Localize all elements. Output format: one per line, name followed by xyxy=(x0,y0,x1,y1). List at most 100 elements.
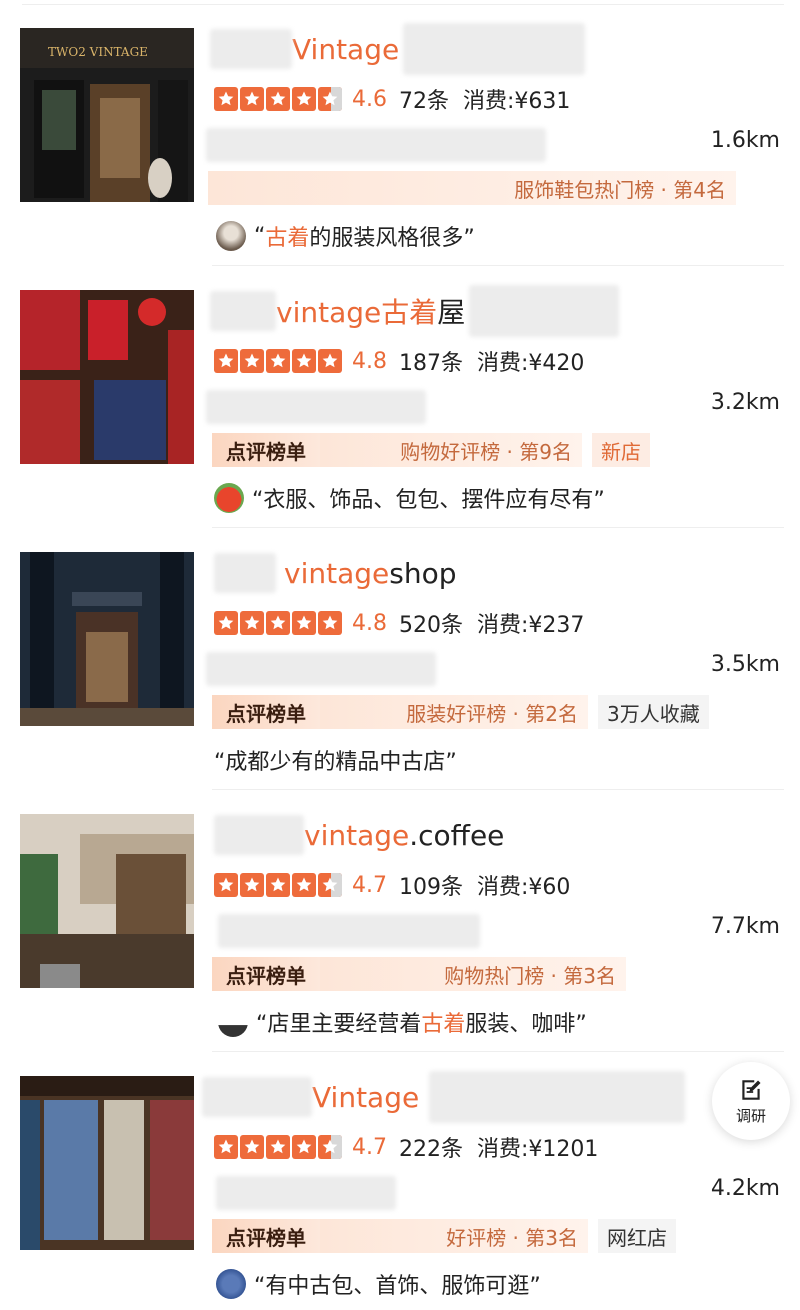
star-icon xyxy=(266,349,290,373)
average-price: 消费:¥60 xyxy=(477,875,571,900)
reviewer-avatar xyxy=(214,483,244,513)
blurred-name-suffix xyxy=(403,23,586,75)
review-snippet[interactable]: “有中古包、首饰、服饰可逛” xyxy=(216,1266,541,1302)
review-count: 222条 xyxy=(399,1137,463,1162)
store-sign-text: TWO2 VINTAGE xyxy=(48,45,148,59)
ranking-badge[interactable]: 点评榜单 xyxy=(212,695,320,729)
rating-score: 4.6 xyxy=(352,86,387,112)
review-snippet[interactable]: “店里主要经营着 古着 服装、咖啡” xyxy=(218,1004,587,1040)
shop-name[interactable]: Vintage xyxy=(210,20,586,78)
shop-name[interactable]: vintage古着 屋 xyxy=(210,282,620,340)
blurred-name-suffix xyxy=(469,285,620,337)
shop-card-3[interactable]: vintage shop 4.8 520条 消费:¥237 3.5km 点评榜单… xyxy=(0,528,800,790)
ranking-tag-row[interactable]: 点评榜单 购物好评榜 · 第9名 新店 xyxy=(212,432,650,468)
shop-photo[interactable] xyxy=(20,1076,194,1250)
shop-photo[interactable]: TWO2 VINTAGE xyxy=(20,28,194,202)
star-icon xyxy=(318,349,342,373)
review-text-pre: “店里主要经营着 xyxy=(256,1012,422,1037)
ranking-tag-row[interactable]: 点评榜单 服装好评榜 · 第2名 3万人收藏 xyxy=(212,694,709,730)
star-icon xyxy=(318,873,342,897)
ranking-text[interactable]: 购物热门榜 · 第3名 xyxy=(320,957,626,991)
shop-name-highlight: vintage xyxy=(284,556,390,590)
distance: 1.6km xyxy=(710,128,780,153)
review-count: 109条 xyxy=(399,875,463,900)
blurred-name-prefix xyxy=(214,553,276,593)
ranking-text[interactable]: 服装好评榜 · 第2名 xyxy=(320,695,588,729)
star-icon xyxy=(318,611,342,635)
star-icon xyxy=(318,1135,342,1159)
distance: 3.2km xyxy=(710,390,780,415)
ranking-text[interactable]: 服饰鞋包热门榜 · 第4名 xyxy=(208,171,736,205)
shop-card-4[interactable]: vintage .coffee 4.7 109条 消费:¥60 7.7km 点评… xyxy=(0,790,800,1052)
review-snippet[interactable]: “ 古着 的服装风格很多” xyxy=(216,218,475,254)
ranking-tag-row[interactable]: 点评榜单 购物热门榜 · 第3名 xyxy=(212,956,626,992)
shop-card-2[interactable]: vintage古着 屋 4.8 187条 消费:¥420 3.2km 点评榜单 … xyxy=(0,266,800,528)
star-icon xyxy=(240,1135,264,1159)
review-text: “衣服、饰品、包包、摆件应有尽有” xyxy=(252,488,605,513)
rating-score: 4.7 xyxy=(352,1134,387,1160)
ranking-badge[interactable]: 点评榜单 xyxy=(212,433,320,467)
shop-name[interactable]: Vintage xyxy=(202,1068,686,1126)
shop-card-1[interactable]: TWO2 VINTAGE Vintage 4.6 72条 消费:¥631 1.6… xyxy=(0,4,800,266)
star-icon xyxy=(266,87,290,111)
rating-row: 4.8 187条 消费:¥420 xyxy=(214,346,584,376)
rating-score: 4.8 xyxy=(352,610,387,636)
edit-note-icon xyxy=(742,1079,761,1100)
review-text: “有中古包、首饰、服饰可逛” xyxy=(254,1274,541,1299)
shop-name-tail: 屋 xyxy=(437,296,466,329)
shop-name-highlight: vintage古着 xyxy=(276,296,438,329)
star-icon xyxy=(214,349,238,373)
shop-name[interactable]: vintage shop xyxy=(210,544,456,602)
blurred-address xyxy=(218,914,480,948)
star-rating xyxy=(214,87,342,111)
shop-photo[interactable] xyxy=(20,552,194,726)
blurred-name-prefix xyxy=(214,815,304,855)
ranking-text[interactable]: 购物好评榜 · 第9名 xyxy=(320,433,582,467)
star-rating xyxy=(214,349,342,373)
survey-button[interactable]: 调研 xyxy=(712,1062,790,1140)
average-price: 消费:¥631 xyxy=(463,89,571,114)
review-count: 187条 xyxy=(399,351,463,376)
blurred-name-suffix xyxy=(429,1071,686,1123)
distance: 3.5km xyxy=(710,652,780,677)
shop-name-highlight: vintage xyxy=(304,818,410,852)
review-snippet[interactable]: “成都少有的精品中古店” xyxy=(214,742,457,778)
star-icon xyxy=(214,87,238,111)
rating-row: 4.7 222条 消费:¥1201 xyxy=(214,1132,598,1162)
star-icon xyxy=(292,349,316,373)
star-icon xyxy=(318,87,342,111)
star-icon xyxy=(214,873,238,897)
review-snippet[interactable]: “衣服、饰品、包包、摆件应有尽有” xyxy=(214,480,605,516)
reviewer-avatar xyxy=(216,1269,246,1299)
ranking-badge[interactable]: 点评榜单 xyxy=(212,957,320,991)
star-icon xyxy=(292,87,316,111)
average-price: 消费:¥420 xyxy=(477,351,585,376)
survey-label: 调研 xyxy=(735,1106,766,1125)
shop-photo[interactable] xyxy=(20,290,194,464)
reviewer-avatar xyxy=(216,221,246,251)
rating-score: 4.8 xyxy=(352,348,387,374)
ranking-badge[interactable]: 点评榜单 xyxy=(212,1219,320,1253)
star-rating xyxy=(214,873,342,897)
star-icon xyxy=(240,87,264,111)
reviewer-avatar xyxy=(218,1007,248,1037)
ranking-text[interactable]: 好评榜 · 第3名 xyxy=(320,1219,588,1253)
ranking-tag-row[interactable]: 点评榜单 好评榜 · 第3名 网红店 xyxy=(212,1218,676,1254)
average-price: 消费:¥1201 xyxy=(477,1137,599,1162)
average-price: 消费:¥237 xyxy=(477,613,585,638)
blurred-address xyxy=(206,652,436,686)
shop-name-tail: .coffee xyxy=(409,818,505,852)
ranking-tag-row[interactable]: 服饰鞋包热门榜 · 第4名 xyxy=(208,170,736,206)
rating-row: 4.8 520条 消费:¥237 xyxy=(214,608,584,638)
review-text-post: 的服装风格很多” xyxy=(309,226,475,251)
shop-name[interactable]: vintage .coffee xyxy=(210,806,504,864)
shop-card-5[interactable]: Vintage 4.7 222条 消费:¥1201 4.2km 点评榜单 好评榜… xyxy=(0,1052,800,1310)
star-icon xyxy=(266,1135,290,1159)
blurred-address xyxy=(206,390,426,424)
blurred-address xyxy=(206,128,546,162)
star-icon xyxy=(292,873,316,897)
star-icon xyxy=(240,349,264,373)
star-icon xyxy=(292,611,316,635)
shop-photo[interactable] xyxy=(20,814,194,988)
star-icon xyxy=(214,611,238,635)
